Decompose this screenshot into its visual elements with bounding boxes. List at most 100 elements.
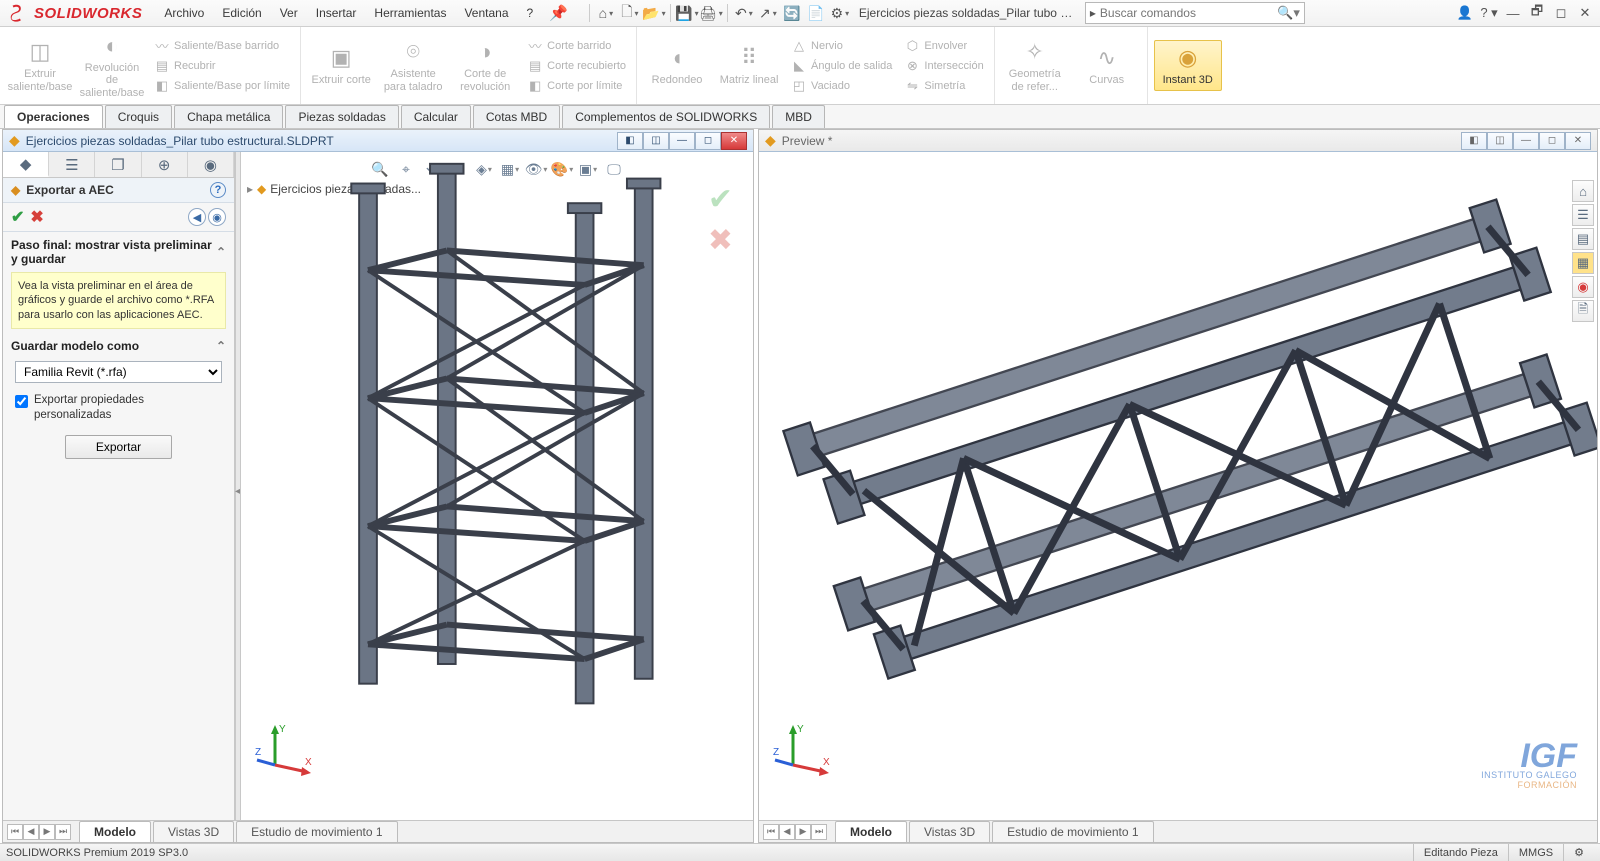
win-close-icon[interactable]: ✕	[721, 132, 747, 150]
btab-modelo-right[interactable]: Modelo	[835, 821, 907, 842]
rbn-sweep-base[interactable]: 〰Saliente/Base barrido	[150, 36, 294, 56]
menu-archivo[interactable]: Archivo	[156, 3, 212, 23]
rt-layers-icon[interactable]: ▤	[1572, 228, 1594, 250]
rt-home-icon[interactable]: ⌂	[1572, 180, 1594, 202]
rbn-loft-cut[interactable]: ▤Corte recubierto	[523, 56, 630, 76]
tab-nav-prev-icon-r[interactable]: ◀	[779, 824, 795, 840]
rbn-hole-wizard[interactable]: ⌾Asistente para taladro	[379, 35, 447, 95]
win-maximize-icon-r[interactable]: ◻	[1539, 132, 1565, 150]
qat-select-button[interactable]: ↗	[757, 2, 779, 24]
rbn-shell[interactable]: ◰Vaciado	[787, 76, 896, 96]
rbn-boundary-base[interactable]: ◧Saliente/Base por límite	[150, 76, 294, 96]
panel-tab-display-icon[interactable]: ❐	[95, 152, 141, 177]
rt-doc-icon[interactable]: 🗎	[1572, 300, 1594, 322]
menu-herramientas[interactable]: Herramientas	[366, 3, 454, 23]
btab-vistas3d-right[interactable]: Vistas 3D	[909, 821, 990, 842]
qat-new-button[interactable]: 🗋	[619, 2, 641, 24]
btab-motion-right[interactable]: Estudio de movimiento 1	[992, 821, 1153, 842]
rbn-extrude-base[interactable]: ◫Extruir saliente/base	[6, 35, 74, 95]
left-window-titlebar[interactable]: ◆ Ejercicios piezas soldadas_Pilar tubo …	[3, 130, 753, 152]
menu-ventana[interactable]: Ventana	[456, 3, 516, 23]
rt-stack-icon[interactable]: ☰	[1572, 204, 1594, 226]
panel-ok-icon[interactable]: ✔	[11, 207, 24, 227]
tab-soldadas[interactable]: Piezas soldadas	[285, 105, 398, 128]
format-select[interactable]: Familia Revit (*.rfa)	[15, 361, 222, 383]
qat-open-button[interactable]: 📂	[643, 2, 665, 24]
qat-print-button[interactable]: 🖨	[700, 2, 722, 24]
status-units[interactable]: MMGS	[1508, 844, 1563, 861]
user-icon[interactable]: 👤	[1454, 2, 1476, 24]
pin-icon[interactable]: 📌	[541, 4, 576, 22]
panel-tab-dimxpert-icon[interactable]: ⊕	[142, 152, 188, 177]
panel-export-props[interactable]: Exportar propiedades personalizadas	[3, 389, 234, 427]
rbn-instant3d[interactable]: ◉Instant 3D	[1154, 40, 1222, 90]
tab-nav-next-icon[interactable]: ▶	[39, 824, 55, 840]
tab-croquis[interactable]: Croquis	[105, 105, 172, 128]
win-tile-left-icon-r[interactable]: ◧	[1461, 132, 1487, 150]
magnifier-icon[interactable]: 🔍▾	[1277, 5, 1300, 21]
tab-calcular[interactable]: Calcular	[401, 105, 471, 128]
command-search[interactable]: ▸ 🔍▾	[1085, 2, 1305, 24]
rt-appearance-icon[interactable]: ◉	[1572, 276, 1594, 298]
collapse-icon[interactable]: ⌃	[216, 245, 226, 259]
tab-complementos[interactable]: Complementos de SOLIDWORKS	[562, 105, 770, 128]
rbn-mirror[interactable]: ⇋Simetría	[900, 76, 987, 96]
panel-cancel-icon[interactable]: ✖	[30, 207, 43, 227]
help-dropdown[interactable]: ? ▾	[1478, 2, 1500, 24]
rbn-wrap[interactable]: ⬡Envolver	[900, 36, 987, 56]
qat-save-button[interactable]: 💾	[676, 2, 698, 24]
panel-prev-icon[interactable]: ◀	[188, 208, 206, 226]
qat-doc-icon[interactable]: 📄	[805, 2, 827, 24]
tab-cotas-mbd[interactable]: Cotas MBD	[473, 105, 560, 128]
win-tile-both-icon[interactable]: ◫	[643, 132, 669, 150]
tab-nav-last-icon[interactable]: ⏭	[55, 824, 71, 840]
tab-nav-prev-icon[interactable]: ◀	[23, 824, 39, 840]
qat-rebuild-button[interactable]: 🔄	[781, 2, 803, 24]
tab-nav-first-icon-r[interactable]: ⏮	[763, 824, 779, 840]
panel-next-icon[interactable]: ◉	[208, 208, 226, 226]
tab-chapa[interactable]: Chapa metálica	[174, 105, 283, 128]
win-tile-left-icon[interactable]: ◧	[617, 132, 643, 150]
rbn-loft-base[interactable]: ▤Recubrir	[150, 56, 294, 76]
tab-nav-last-icon-r[interactable]: ⏭	[811, 824, 827, 840]
export-button[interactable]: Exportar	[65, 435, 172, 459]
rbn-sweep-cut[interactable]: 〰Corte barrido	[523, 36, 630, 56]
win-maximize-icon[interactable]: ◻	[695, 132, 721, 150]
restore-button[interactable]: 🗗	[1526, 2, 1548, 24]
win-close-icon-r[interactable]: ✕	[1565, 132, 1591, 150]
rbn-linear-pattern[interactable]: ⠿Matriz lineal	[715, 41, 783, 89]
right-window-titlebar[interactable]: ◆ Preview * ◧ ◫ — ◻ ✕	[759, 130, 1597, 152]
minimize-button[interactable]: —	[1502, 2, 1524, 24]
export-props-checkbox[interactable]	[15, 395, 28, 408]
collapse-icon-2[interactable]: ⌃	[216, 339, 226, 353]
tab-nav-first-icon[interactable]: ⏮	[7, 824, 23, 840]
rbn-revolve-cut[interactable]: ◑Corte de revolución	[451, 35, 519, 95]
tab-nav-next-icon-r[interactable]: ▶	[795, 824, 811, 840]
menu-edicion[interactable]: Edición	[214, 3, 269, 23]
rbn-ref-geom[interactable]: ✧Geometría de refer...	[1001, 35, 1069, 95]
rbn-draft[interactable]: ◣Ángulo de salida	[787, 56, 896, 76]
qat-home-button[interactable]: ⌂	[595, 2, 617, 24]
panel-tab-feature-icon[interactable]: ◆	[3, 152, 49, 177]
qat-options-button[interactable]: ⚙	[829, 2, 851, 24]
win-minimize-icon[interactable]: —	[669, 132, 695, 150]
close-button[interactable]: ✕	[1574, 2, 1596, 24]
btab-motion-left[interactable]: Estudio de movimiento 1	[236, 821, 397, 842]
status-custom-icon[interactable]: ⚙	[1563, 844, 1594, 861]
tab-operaciones[interactable]: Operaciones	[4, 105, 103, 128]
tab-mbd[interactable]: MBD	[772, 105, 825, 128]
rbn-rib[interactable]: △Nervio	[787, 36, 896, 56]
rbn-fillet[interactable]: ◖Redondeo	[643, 41, 711, 89]
panel-format-dropdown[interactable]: Familia Revit (*.rfa)	[15, 361, 222, 383]
win-minimize-icon-r[interactable]: —	[1513, 132, 1539, 150]
rbn-revolve-base[interactable]: ◐Revolución de saliente/base	[78, 29, 146, 101]
panel-tab-appearance-icon[interactable]: ◉	[188, 152, 234, 177]
menu-help[interactable]: ?	[519, 3, 542, 23]
rbn-boundary-cut[interactable]: ◧Corte por límite	[523, 76, 630, 96]
rbn-curves[interactable]: ∿Curvas	[1073, 41, 1141, 89]
search-input[interactable]	[1100, 6, 1277, 20]
maximize-button[interactable]: ◻	[1550, 2, 1572, 24]
rbn-intersect[interactable]: ⊗Intersección	[900, 56, 987, 76]
win-tile-both-icon-r[interactable]: ◫	[1487, 132, 1513, 150]
right-canvas[interactable]: ⌂ ☰ ▤ ▦ ◉ 🗎	[759, 152, 1597, 820]
